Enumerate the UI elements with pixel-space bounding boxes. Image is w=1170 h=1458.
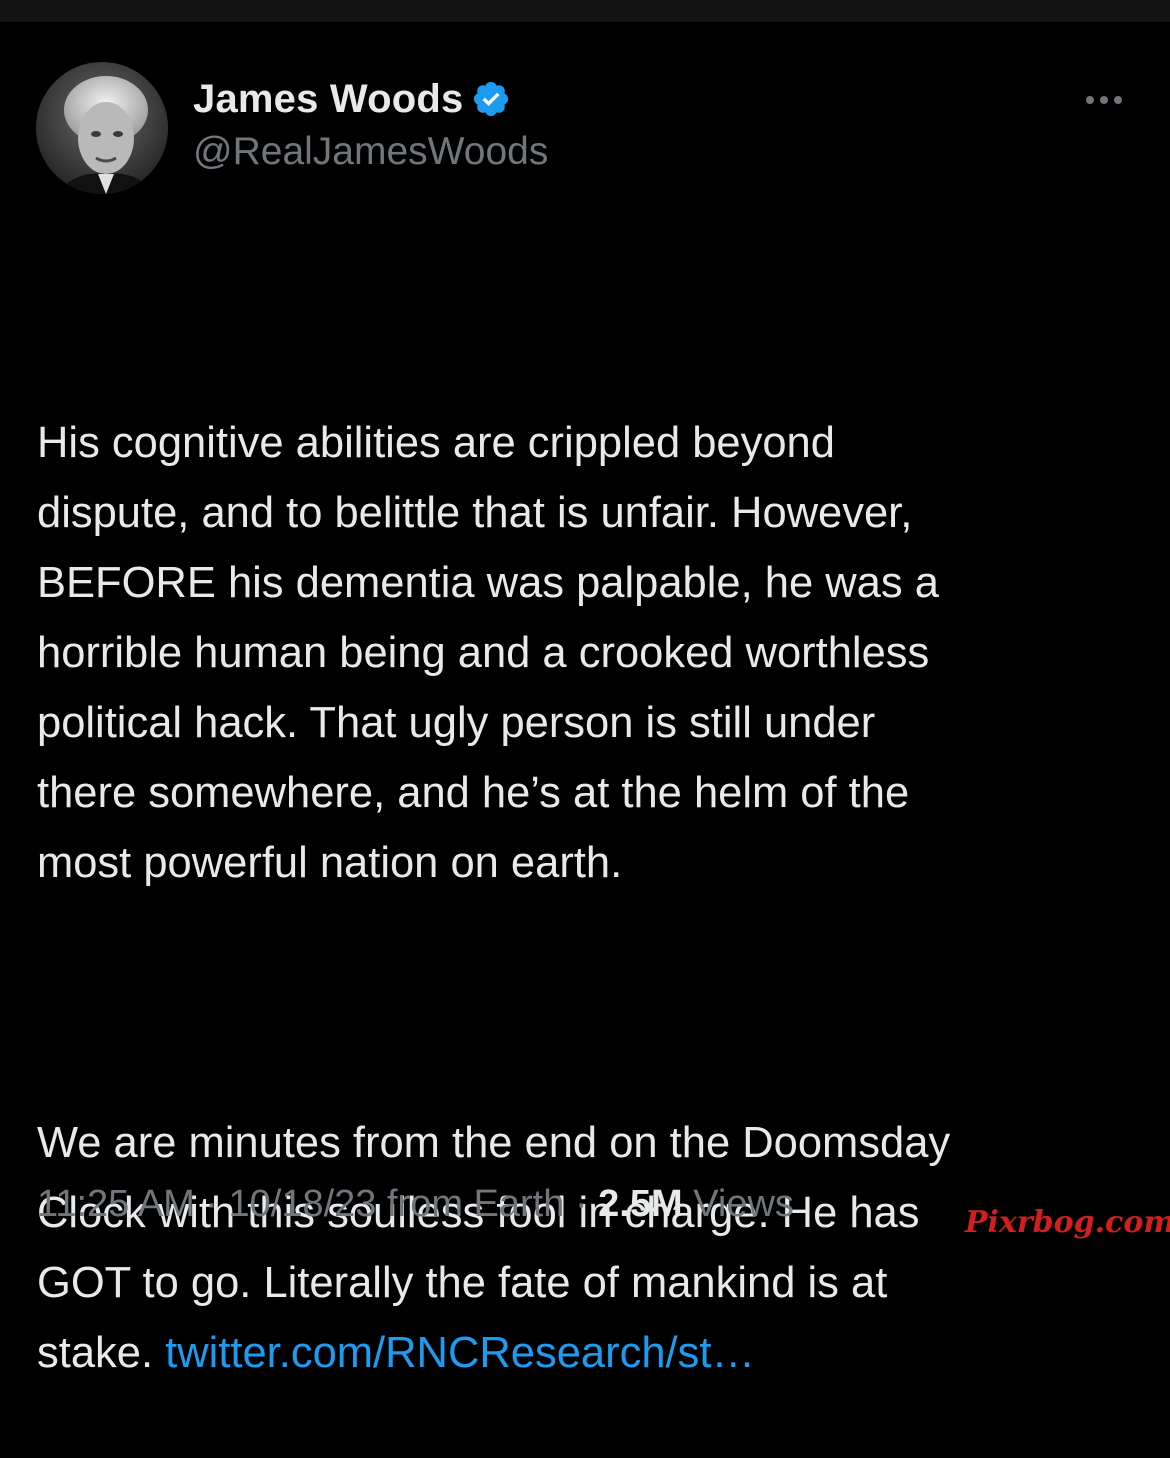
tweet-source: from Earth: [376, 1183, 565, 1225]
display-name[interactable]: James Woods: [193, 77, 463, 122]
author-handle[interactable]: @RealJamesWoods: [193, 130, 548, 174]
avatar[interactable]: [36, 62, 168, 194]
watermark: Pixrbog.com: [965, 1205, 1170, 1240]
more-button[interactable]: [1082, 80, 1126, 120]
verified-badge-icon: [471, 79, 511, 119]
tweet-paragraph-1: His cognitive abilities are crippled bey…: [37, 419, 939, 887]
display-name-row: James Woods: [193, 74, 548, 124]
tweet-paragraph-2: We are minutes from the end on the Dooms…: [37, 1108, 1137, 1388]
tweet-header: James Woods @RealJamesWoods: [36, 62, 1136, 194]
meta-separator: ·: [194, 1183, 229, 1225]
tweet-time[interactable]: 11:25 AM: [37, 1183, 195, 1225]
author-block: James Woods @RealJamesWoods: [193, 74, 548, 174]
tweet-link[interactable]: twitter.com/RNCResearch/st…: [165, 1329, 755, 1377]
top-strip: [0, 0, 1170, 22]
tweet-date[interactable]: 10/18/23: [229, 1183, 377, 1225]
tweet-meta: 11:25 AM · 10/18/23 from Earth · 2.5M Vi…: [37, 1183, 794, 1226]
meta-separator-2: ·: [564, 1183, 599, 1225]
tweet-text: His cognitive abilities are crippled bey…: [37, 268, 1137, 1458]
more-horizontal-icon: [1086, 96, 1122, 104]
views-count[interactable]: 2.5M: [598, 1183, 682, 1225]
views-label: Views: [682, 1183, 794, 1225]
